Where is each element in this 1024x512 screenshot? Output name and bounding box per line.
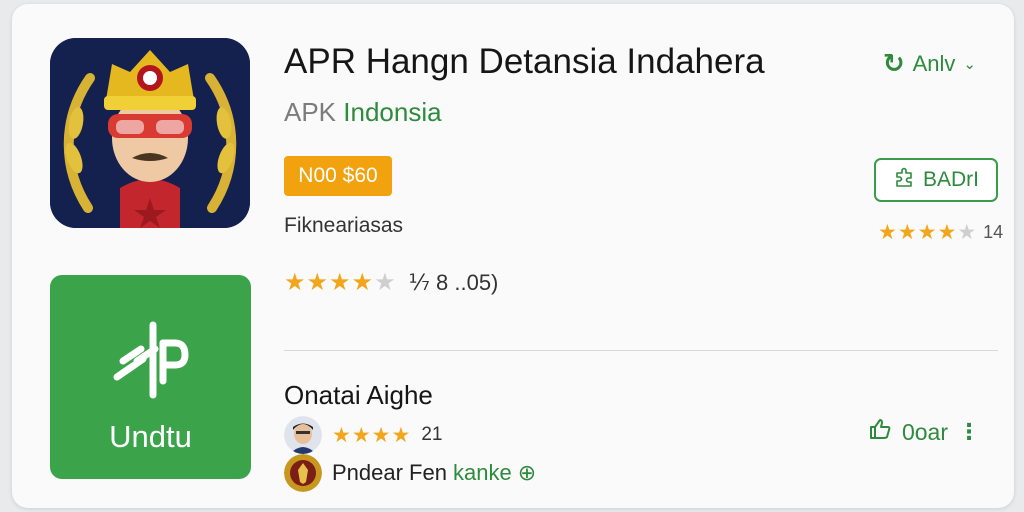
- top-action-menu[interactable]: ↻ Anlv ⌄: [883, 48, 976, 79]
- refresh-icon: ↻: [882, 48, 905, 78]
- app-listing-card: Undtu APR Hangn Detansia Indahera APK In…: [12, 4, 1014, 508]
- subtitle-country[interactable]: Indonsia: [343, 97, 441, 127]
- main-rating: ★★★★★ ⅐ 8 ..05): [284, 268, 498, 297]
- section-divider: [284, 350, 998, 351]
- app-title: APR Hangn Detansia Indahera: [284, 42, 765, 81]
- subtitle-prefix: APK: [284, 97, 337, 127]
- add-circle-icon[interactable]: ⊕: [518, 460, 536, 486]
- download-button[interactable]: Undtu: [50, 275, 251, 479]
- app-category: Fikneariasas: [284, 214, 404, 237]
- bottom-action[interactable]: 0oar ⋮: [868, 417, 980, 447]
- crest-avatar: [284, 454, 322, 492]
- review-author: Pndear Fen: [332, 460, 447, 485]
- price-badge: N00 $60: [284, 156, 392, 196]
- user-avatar: [284, 416, 322, 454]
- review-stars: ★★★★: [332, 423, 412, 447]
- outline-action-button[interactable]: BADrI: [874, 158, 998, 202]
- side-rating-count: 14: [983, 222, 1004, 242]
- main-rating-stars: ★★★★★: [284, 269, 397, 296]
- bottom-action-label: 0oar: [901, 418, 948, 445]
- review-row[interactable]: ★★★★ 21: [284, 416, 442, 454]
- review-row[interactable]: Pndear Fen kanke ⊕: [284, 454, 536, 492]
- chevron-down-icon: ⌄: [963, 55, 976, 73]
- review-count: 21: [421, 424, 443, 445]
- officer-crest-icon: [50, 38, 250, 228]
- side-rating-stars: ★★★★★: [878, 221, 978, 244]
- section-title: Onatai Aighe: [284, 380, 433, 410]
- outline-button-label: BADrI: [922, 168, 979, 191]
- kebab-menu-icon[interactable]: ⋮: [958, 419, 980, 445]
- app-icon[interactable]: [50, 38, 250, 228]
- thumbs-up-icon: [868, 417, 892, 447]
- review-link[interactable]: kanke: [453, 460, 512, 486]
- download-label: Undtu: [109, 419, 192, 454]
- app-subtitle: APK Indonsia: [284, 97, 442, 128]
- puzzle-icon: [893, 167, 915, 193]
- rating-summary: ⅐ 8 ..05): [408, 269, 499, 295]
- top-action-label: Anlv: [912, 50, 956, 76]
- ap-logo-icon: [50, 303, 251, 403]
- side-rating: ★★★★★ 14: [878, 220, 1003, 245]
